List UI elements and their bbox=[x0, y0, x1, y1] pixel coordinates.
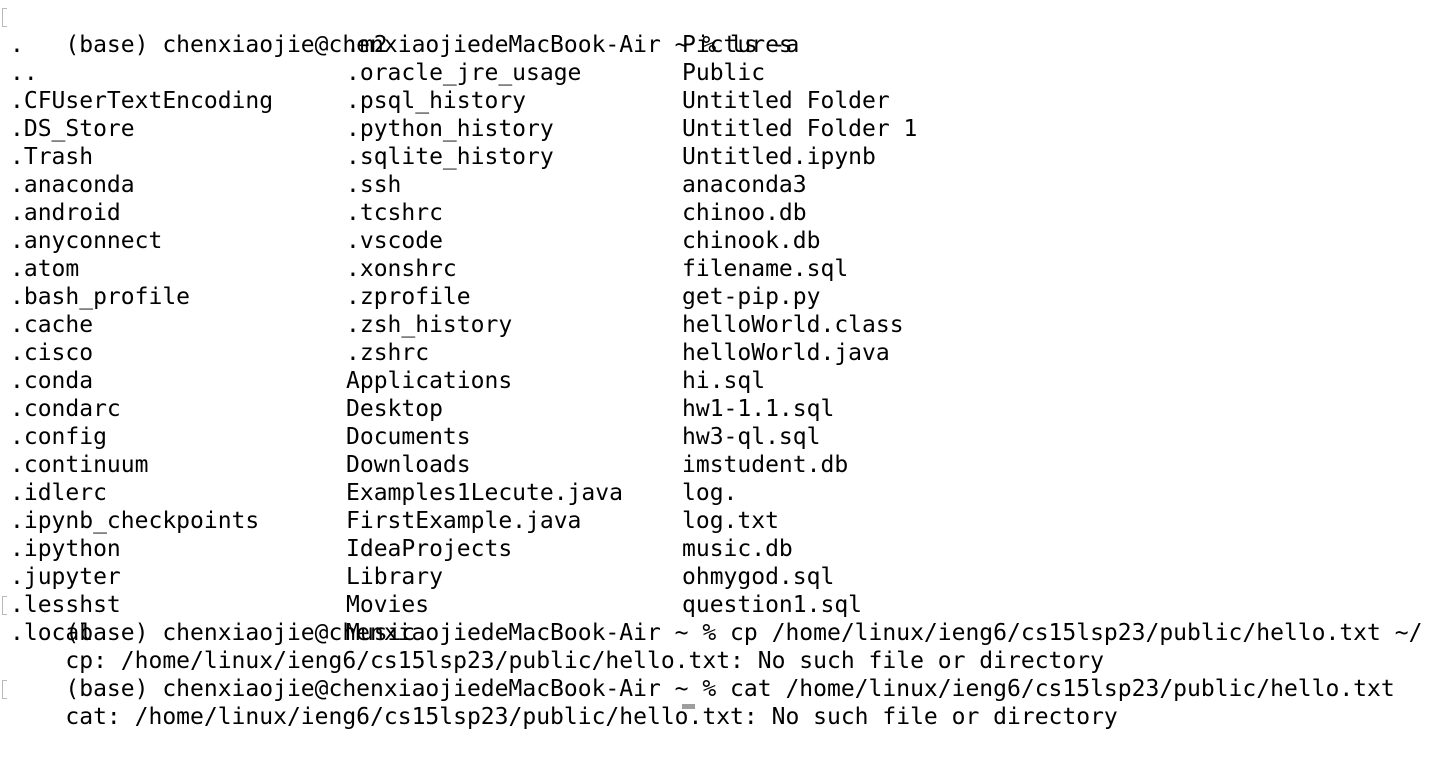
list-item: log. bbox=[682, 480, 738, 506]
listing-column-1: ... .CFUserTextEncoding .DS_Store .Trash .an… bbox=[10, 31, 273, 647]
terminal-window[interactable]: (base) chenxiaojie@chenxiaojiedeMacBook-… bbox=[0, 0, 1456, 764]
list-item: .psql_history bbox=[346, 88, 527, 114]
list-item: .DS_Store bbox=[10, 116, 135, 142]
error-line-cp: cp: /home/linux/ieng6/cs15lsp23/public/h… bbox=[0, 619, 1456, 674]
listing-column-2: .m2 .oracle_jre_usage .psql_history .python… bbox=[346, 31, 623, 647]
list-item: ohmygod.sql bbox=[682, 564, 835, 590]
prompt-mark-icon bbox=[2, 596, 7, 615]
list-item: log.txt bbox=[682, 508, 779, 534]
list-item: Documents bbox=[346, 424, 471, 450]
list-item: .android bbox=[10, 200, 121, 226]
list-item: Untitled Folder 1 bbox=[682, 116, 918, 142]
list-item: .ipynb_checkpoints bbox=[10, 508, 260, 534]
list-item: .anyconnect bbox=[10, 228, 163, 254]
list-item: Public bbox=[682, 60, 766, 86]
list-item: get-pip.py bbox=[682, 284, 821, 310]
list-item: Untitled.ipynb bbox=[682, 144, 876, 170]
list-item: filename.sql bbox=[682, 256, 849, 282]
list-item: .bash_profile bbox=[10, 284, 191, 310]
list-item: .vscode bbox=[346, 228, 443, 254]
list-item: Untitled Folder bbox=[682, 88, 890, 114]
list-item: .. bbox=[10, 60, 38, 86]
list-item: .ssh bbox=[346, 172, 402, 198]
list-item: .CFUserTextEncoding bbox=[10, 88, 274, 114]
list-item: FirstExample.java bbox=[346, 508, 582, 534]
list-item: .zsh_history bbox=[346, 312, 513, 338]
command-line-ls: (base) chenxiaojie@chenxiaojiedeMacBook-… bbox=[0, 3, 1456, 58]
list-item: .cisco bbox=[10, 340, 94, 366]
list-item: .zprofile bbox=[346, 284, 471, 310]
listing-column-3: Pictures Public Untitled Folder Untitled Fo… bbox=[682, 31, 917, 619]
text-cursor bbox=[682, 704, 695, 709]
list-item: .jupyter bbox=[10, 564, 121, 590]
list-item: .atom bbox=[10, 256, 80, 282]
list-item: Library bbox=[346, 564, 443, 590]
list-item: .zshrc bbox=[346, 340, 430, 366]
list-item: . bbox=[10, 32, 24, 58]
list-item: Applications bbox=[346, 368, 513, 394]
list-item: Examples1Lecute.java bbox=[346, 480, 623, 506]
list-item: helloWorld.class bbox=[682, 312, 904, 338]
list-item: hw3-ql.sql bbox=[682, 424, 821, 450]
list-item: .config bbox=[10, 424, 107, 450]
list-item: .Trash bbox=[10, 144, 94, 170]
list-item: Desktop bbox=[346, 396, 443, 422]
list-item: Downloads bbox=[346, 452, 471, 478]
prompt-text: (base) chenxiaojie@chenxiaojiedeMacBook-… bbox=[65, 732, 717, 758]
list-item: .anaconda bbox=[10, 172, 135, 198]
list-item: hw1-1.1.sql bbox=[682, 396, 835, 422]
error-line-cat: cat: /home/linux/ieng6/cs15lsp23/public/… bbox=[0, 675, 1456, 730]
list-item: .continuum bbox=[10, 452, 149, 478]
list-item: .m2 bbox=[346, 32, 388, 58]
command-line-cat: (base) chenxiaojie@chenxiaojiedeMacBook-… bbox=[0, 647, 1456, 702]
list-item: helloWorld.java bbox=[682, 340, 890, 366]
prompt-mark-icon bbox=[2, 8, 7, 27]
list-item: IdeaProjects bbox=[346, 536, 513, 562]
list-item: .idlerc bbox=[10, 480, 107, 506]
list-item: chinoo.db bbox=[682, 200, 807, 226]
list-item: .python_history bbox=[346, 116, 554, 142]
list-item: imstudent.db bbox=[682, 452, 849, 478]
list-item: .ipython bbox=[10, 536, 121, 562]
directory-listing: ... .CFUserTextEncoding .DS_Store .Trash .an… bbox=[0, 31, 1456, 646]
command-line-cp: (base) chenxiaojie@chenxiaojiedeMacBook-… bbox=[0, 591, 1456, 646]
list-item: hi.sql bbox=[682, 368, 766, 394]
prompt-mark-icon bbox=[2, 680, 7, 699]
list-item: .sqlite_history bbox=[346, 144, 554, 170]
list-item: .condarc bbox=[10, 396, 121, 422]
list-item: anaconda3 bbox=[682, 172, 807, 198]
list-item: .conda bbox=[10, 368, 94, 394]
list-item: .tcshrc bbox=[346, 200, 443, 226]
list-item: music.db bbox=[682, 536, 793, 562]
list-item: .xonshrc bbox=[346, 256, 457, 282]
list-item: chinook.db bbox=[682, 228, 821, 254]
list-item: .cache bbox=[10, 312, 94, 338]
list-item: Pictures bbox=[682, 32, 793, 58]
list-item: .oracle_jre_usage bbox=[346, 60, 582, 86]
